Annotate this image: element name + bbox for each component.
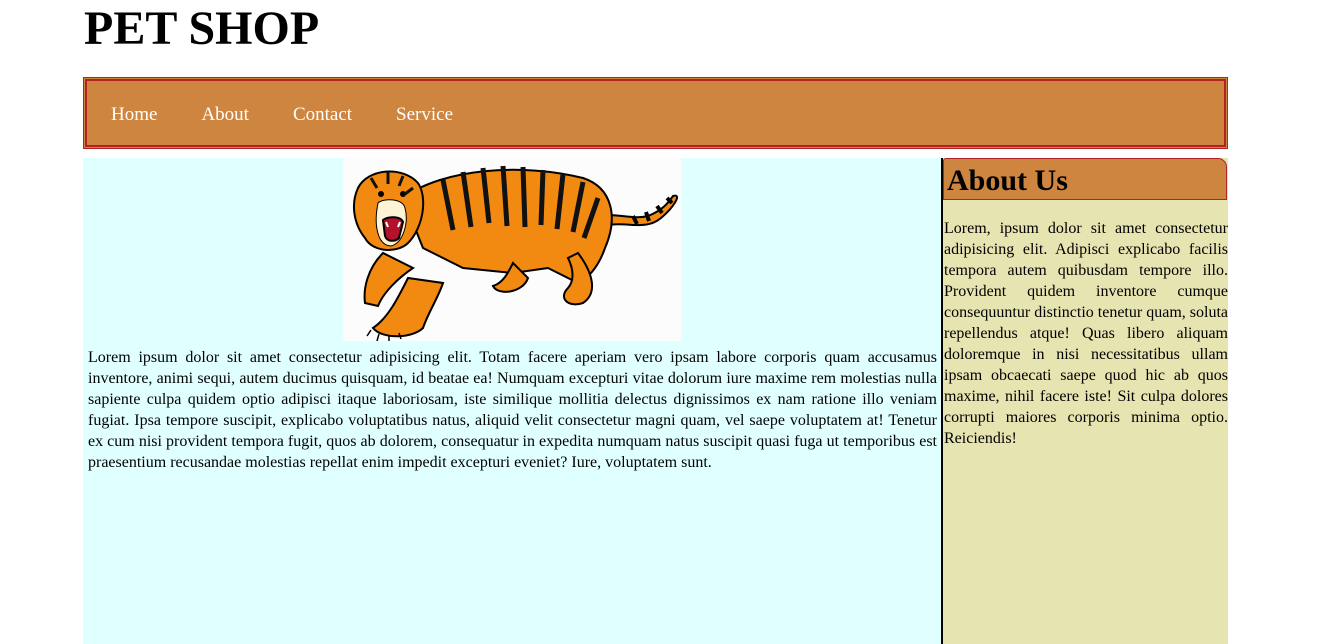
nav-item-about: About (201, 103, 293, 127)
tiger-illustration (352, 165, 679, 342)
nav-list: Home About Contact Service (111, 103, 497, 127)
about-paragraph: Lorem, ipsum dolor sit amet consectetur … (944, 220, 1228, 447)
nav-item-contact: Contact (293, 103, 396, 127)
main-content: Lorem ipsum dolor sit amet consectetur a… (83, 158, 942, 644)
navbar-inner-border: Home About Contact Service (86, 80, 1225, 146)
nav-link-about[interactable]: About (201, 104, 249, 125)
nav-item-service: Service (396, 103, 497, 127)
about-title: About Us (947, 164, 1068, 197)
nav-link-contact[interactable]: Contact (293, 104, 352, 125)
nav-link-home[interactable]: Home (111, 104, 157, 125)
about-header: About Us (943, 158, 1227, 200)
site-title: PET SHOP (84, 2, 320, 55)
about-sidebar: About Us Lorem, ipsum dolor sit amet con… (943, 158, 1228, 644)
tiger-image (343, 158, 681, 342)
main-navbar: Home About Contact Service (83, 77, 1228, 149)
main-paragraph: Lorem ipsum dolor sit amet consectetur a… (88, 349, 937, 471)
nav-item-home: Home (111, 103, 201, 127)
nav-link-service[interactable]: Service (396, 104, 453, 125)
